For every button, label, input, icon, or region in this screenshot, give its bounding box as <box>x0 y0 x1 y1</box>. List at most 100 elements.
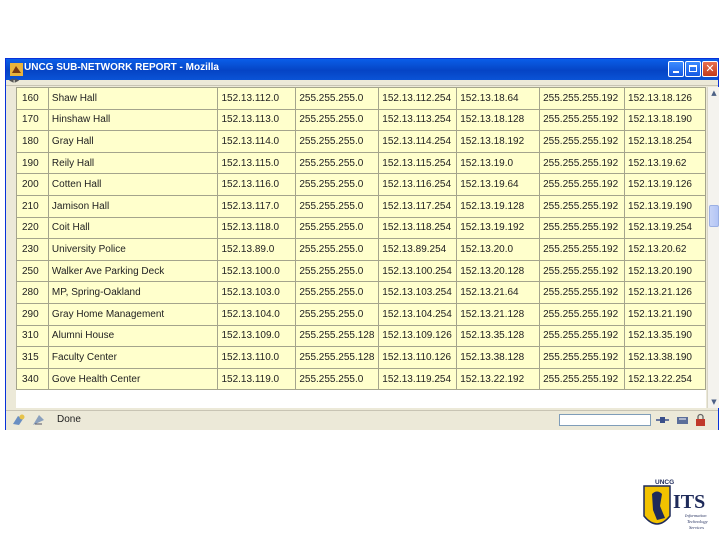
table-row: 200 Cotten Hall 152.13.116.0 255.255.255.0 1… <box>16 173 706 196</box>
security-icon[interactable] <box>31 413 46 427</box>
table-row: 170 Hinshaw Hall 152.13.113.0 255.255.255.0… <box>16 108 706 132</box>
cell-building-name: Alumni House <box>47 324 219 348</box>
cell-network-address: 152.13.110.0 <box>217 346 297 369</box>
logo-tagline-3: Services <box>689 525 704 530</box>
table-row: 315 Faculty Center 152.13.110.0 255.255.255… <box>16 346 706 369</box>
maximize-button[interactable] <box>685 61 701 77</box>
close-button[interactable]: ✕ <box>702 61 718 77</box>
cell-last-host: 152.13.110.126 <box>378 346 458 369</box>
cell-secondary-network: 152.13.35.128 <box>456 324 541 348</box>
cell-secondary-network: 152.13.18.192 <box>456 130 541 153</box>
cell-secondary-last-host: 152.13.19.126 <box>624 173 706 196</box>
cell-network-address: 152.13.112.0 <box>217 87 297 110</box>
cell-secondary-mask: 255.255.255.192 <box>539 259 626 283</box>
cell-secondary-mask: 255.255.255.192 <box>539 281 626 304</box>
logo-letters: ITS <box>673 491 705 513</box>
cell-last-host: 152.13.119.254 <box>378 367 458 391</box>
cell-secondary-network: 152.13.20.128 <box>456 259 541 283</box>
cell-last-host: 152.13.115.254 <box>378 151 458 175</box>
cell-subnet-mask: 255.255.255.0 <box>295 87 380 110</box>
nav-arrows-icon: ◀▶ <box>9 77 21 84</box>
cell-building-number: 220 <box>16 216 49 240</box>
padlock-icon[interactable] <box>693 413 708 427</box>
status-bar: Done <box>6 410 718 430</box>
cell-secondary-network: 152.13.18.64 <box>456 87 541 110</box>
cell-subnet-mask: 255.255.255.0 <box>295 367 380 391</box>
cell-secondary-network: 152.13.18.128 <box>456 108 541 132</box>
cell-network-address: 152.13.117.0 <box>217 194 297 218</box>
cell-building-number: 170 <box>16 108 49 132</box>
progress-field <box>559 414 651 426</box>
cell-last-host: 152.13.104.254 <box>378 302 458 326</box>
cell-network-address: 152.13.113.0 <box>217 108 297 132</box>
cell-secondary-network: 152.13.19.0 <box>456 151 541 175</box>
cell-building-name: Hinshaw Hall <box>47 108 219 132</box>
cell-network-address: 152.13.103.0 <box>217 281 297 304</box>
cell-secondary-last-host: 152.13.18.254 <box>624 130 706 153</box>
cell-network-address: 152.13.119.0 <box>217 367 297 391</box>
maximize-icon <box>689 65 697 72</box>
cell-building-number: 190 <box>16 151 49 175</box>
cell-building-number: 200 <box>16 173 49 196</box>
cell-last-host: 152.13.109.126 <box>378 324 458 348</box>
cell-last-host: 152.13.100.254 <box>378 259 458 283</box>
cell-building-number: 280 <box>16 281 49 304</box>
scroll-down-icon[interactable]: ▼ <box>709 396 719 408</box>
table-row: 310 Alumni House 152.13.109.0 255.255.255.1… <box>16 324 706 348</box>
cell-last-host: 152.13.103.254 <box>378 281 458 304</box>
cell-network-address: 152.13.100.0 <box>217 259 297 283</box>
cell-building-name: Cotten Hall <box>47 173 219 196</box>
cell-building-name: Jamison Hall <box>47 194 219 218</box>
window-title: UNCG SUB-NETWORK REPORT - Mozilla <box>24 62 219 73</box>
cell-network-address: 152.13.116.0 <box>217 173 297 196</box>
connection-status-icon[interactable] <box>675 413 690 427</box>
cell-subnet-mask: 255.255.255.0 <box>295 194 380 218</box>
cell-secondary-mask: 255.255.255.192 <box>539 130 626 153</box>
mozilla-app-icon <box>10 63 23 76</box>
cell-network-address: 152.13.89.0 <box>217 238 297 261</box>
minimize-button[interactable] <box>668 61 684 77</box>
page-content: 160 Shaw Hall 152.13.112.0 255.255.255.0 152… <box>16 87 706 408</box>
vertical-scrollbar[interactable]: ▲ ▼ <box>707 87 719 408</box>
table-row: 220 Coit Hall 152.13.118.0 255.255.255.0 152… <box>16 216 706 240</box>
cell-subnet-mask: 255.255.255.0 <box>295 216 380 240</box>
cell-subnet-mask: 255.255.255.128 <box>295 346 380 369</box>
component-bar-icon[interactable] <box>11 413 26 427</box>
cell-subnet-mask: 255.255.255.0 <box>295 302 380 326</box>
cell-secondary-network: 152.13.19.128 <box>456 194 541 218</box>
collapsed-toolbar[interactable]: ◀▶ <box>6 77 718 86</box>
cell-last-host: 152.13.118.254 <box>378 216 458 240</box>
cell-network-address: 152.13.114.0 <box>217 130 297 153</box>
scroll-up-icon[interactable]: ▲ <box>709 87 719 99</box>
cell-secondary-network: 152.13.22.192 <box>456 367 541 391</box>
table-row: 180 Gray Hall 152.13.114.0 255.255.255.0 152… <box>16 130 706 153</box>
cell-secondary-network: 152.13.19.192 <box>456 216 541 240</box>
cell-secondary-network: 152.13.38.128 <box>456 346 541 369</box>
table-row: 290 Gray Home Management 152.13.104.0 255.2… <box>16 302 706 326</box>
cell-building-number: 160 <box>16 87 49 110</box>
cell-secondary-mask: 255.255.255.192 <box>539 151 626 175</box>
status-text: Done <box>57 414 81 425</box>
cell-building-name: Gray Home Management <box>47 302 219 326</box>
scrollbar-thumb[interactable] <box>709 205 719 227</box>
cell-building-number: 180 <box>16 130 49 153</box>
title-bar[interactable]: UNCG SUB-NETWORK REPORT - Mozilla ✕ <box>6 59 718 80</box>
cell-subnet-mask: 255.255.255.0 <box>295 151 380 175</box>
cell-secondary-last-host: 152.13.35.190 <box>624 324 706 348</box>
cell-building-number: 210 <box>16 194 49 218</box>
cell-building-name: Coit Hall <box>47 216 219 240</box>
table-row: 250 Walker Ave Parking Deck 152.13.100.0 25… <box>16 259 706 283</box>
subnet-table: 160 Shaw Hall 152.13.112.0 255.255.255.0 152… <box>16 87 706 391</box>
cell-building-name: MP, Spring-Oakland <box>47 281 219 304</box>
cell-secondary-last-host: 152.13.21.190 <box>624 302 706 326</box>
cell-secondary-last-host: 152.13.22.254 <box>624 367 706 391</box>
cell-secondary-mask: 255.255.255.192 <box>539 367 626 391</box>
cell-building-number: 310 <box>16 324 49 348</box>
connection-icon[interactable] <box>655 413 670 427</box>
cell-subnet-mask: 255.255.255.0 <box>295 108 380 132</box>
cell-network-address: 152.13.109.0 <box>217 324 297 348</box>
cell-last-host: 152.13.114.254 <box>378 130 458 153</box>
cell-secondary-mask: 255.255.255.192 <box>539 346 626 369</box>
cell-secondary-last-host: 152.13.18.190 <box>624 108 706 132</box>
cell-secondary-last-host: 152.13.20.62 <box>624 238 706 261</box>
